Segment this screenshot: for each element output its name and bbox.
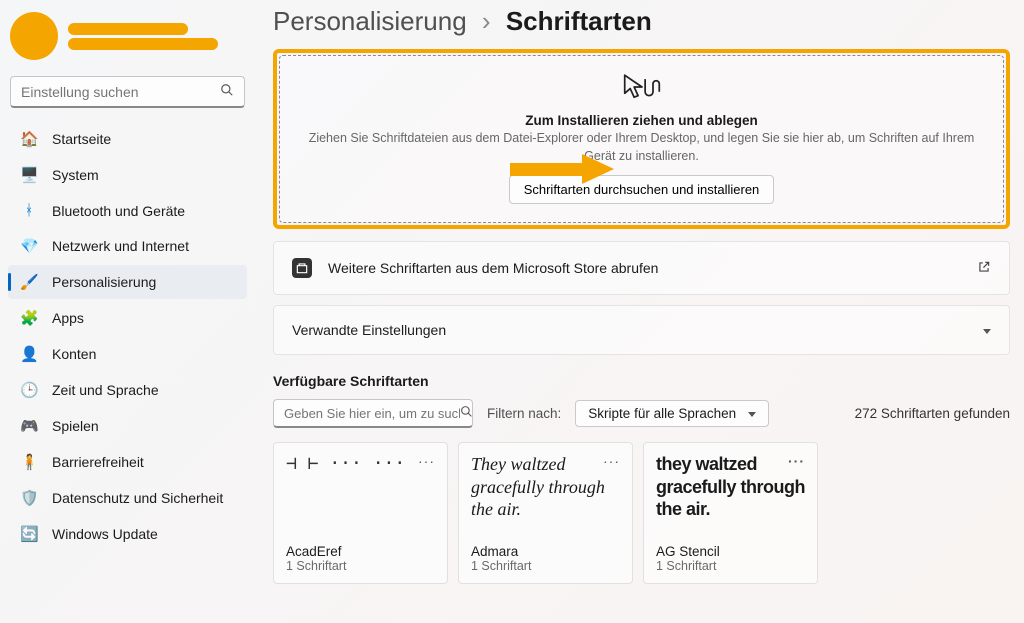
font-preview: ⊣ ⊢ ··· ······ — [286, 453, 435, 538]
font-name: AG Stencil — [656, 544, 805, 559]
nav-icon: ᚼ — [20, 202, 38, 219]
page-title: Schriftarten — [506, 6, 652, 36]
nav-icon: 🧍 — [20, 453, 38, 471]
font-preview: They waltzed gracefully through the air.… — [471, 453, 620, 538]
external-link-icon — [977, 260, 991, 277]
sidebar: 🏠 Startseite 🖥️ System ᚼ Bluetooth und Geräte… — [0, 0, 255, 623]
nav-icon: 🏠 — [20, 130, 38, 148]
nav-label: System — [52, 167, 99, 183]
dropzone-title: Zum Installieren ziehen und ablegen — [300, 113, 983, 128]
sidebar-item-personalisierung[interactable]: 🖌️ Personalisierung — [8, 265, 247, 299]
breadcrumb: Personalisierung › Schriftarten — [273, 6, 1010, 37]
font-preview: they waltzed gracefully through the air.… — [656, 453, 805, 538]
font-dropzone[interactable]: Zum Installieren ziehen und ablegen Zieh… — [279, 55, 1004, 223]
chevron-down-icon — [744, 406, 756, 421]
nav-label: Windows Update — [52, 526, 158, 542]
chevron-down-icon — [979, 322, 991, 338]
filter-value: Skripte für alle Sprachen — [588, 406, 736, 421]
font-name: Admara — [471, 544, 620, 559]
dropzone-desc: Ziehen Sie Schriftdateien aus dem Datei-… — [300, 130, 983, 165]
nav-icon: 🕒 — [20, 381, 38, 399]
breadcrumb-parent[interactable]: Personalisierung — [273, 6, 467, 36]
related-settings-label: Verwandte Einstellungen — [292, 322, 446, 338]
font-meta: 1 Schriftart — [471, 559, 620, 573]
nav-label: Konten — [52, 346, 96, 362]
nav-label: Barrierefreiheit — [52, 454, 144, 470]
sidebar-item-apps[interactable]: 🧩 Apps — [8, 301, 247, 335]
font-card[interactable]: ⊣ ⊢ ··· ······ AcadEref1 Schriftart — [273, 442, 448, 584]
sidebar-item-netzwerk-und-internet[interactable]: 💎 Netzwerk und Internet — [8, 229, 247, 263]
font-name: AcadEref — [286, 544, 435, 559]
search-icon — [460, 405, 473, 421]
more-icon[interactable]: ··· — [788, 453, 805, 471]
settings-search-input[interactable] — [21, 84, 220, 100]
available-fonts-heading: Verfügbare Schriftarten — [273, 373, 1010, 389]
drag-drop-icon — [620, 70, 664, 109]
main-content: Personalisierung › Schriftarten Zum Inst… — [255, 0, 1024, 623]
nav-label: Bluetooth und Geräte — [52, 203, 185, 219]
nav-icon: 🎮 — [20, 417, 38, 435]
filter-label: Filtern nach: — [487, 406, 561, 421]
chevron-right-icon: › — [482, 6, 491, 36]
nav-label: Personalisierung — [52, 274, 156, 290]
more-icon[interactable]: ··· — [418, 453, 435, 471]
nav-icon: 🖌️ — [20, 273, 38, 291]
nav-icon: 👤 — [20, 345, 38, 363]
store-fonts-row[interactable]: Weitere Schriftarten aus dem Microsoft S… — [273, 241, 1010, 295]
font-search[interactable] — [273, 399, 473, 428]
search-icon — [220, 83, 234, 100]
store-icon — [292, 258, 312, 278]
nav-menu: 🏠 Startseite 🖥️ System ᚼ Bluetooth und Geräte… — [6, 122, 249, 551]
sidebar-item-windows-update[interactable]: 🔄 Windows Update — [8, 517, 247, 551]
nav-label: Zeit und Sprache — [52, 382, 159, 398]
nav-icon: 🛡️ — [20, 489, 38, 507]
sidebar-item-konten[interactable]: 👤 Konten — [8, 337, 247, 371]
nav-label: Netzwerk und Internet — [52, 238, 189, 254]
nav-icon: 🖥️ — [20, 166, 38, 184]
sidebar-item-zeit-und-sprache[interactable]: 🕒 Zeit und Sprache — [8, 373, 247, 407]
nav-label: Startseite — [52, 131, 111, 147]
sidebar-item-spielen[interactable]: 🎮 Spielen — [8, 409, 247, 443]
nav-label: Spielen — [52, 418, 99, 434]
nav-label: Datenschutz und Sicherheit — [52, 490, 223, 506]
annotation-arrow-icon — [510, 152, 620, 191]
sidebar-item-startseite[interactable]: 🏠 Startseite — [8, 122, 247, 156]
sidebar-item-system[interactable]: 🖥️ System — [8, 158, 247, 192]
font-filter-row: Filtern nach: Skripte für alle Sprachen … — [273, 399, 1010, 428]
sidebar-item-barrierefreiheit[interactable]: 🧍 Barrierefreiheit — [8, 445, 247, 479]
nav-label: Apps — [52, 310, 84, 326]
sidebar-item-datenschutz-und-sicherheit[interactable]: 🛡️ Datenschutz und Sicherheit — [8, 481, 247, 515]
font-count: 272 Schriftarten gefunden — [855, 406, 1010, 421]
font-search-input[interactable] — [284, 406, 460, 421]
font-meta: 1 Schriftart — [286, 559, 435, 573]
store-fonts-label: Weitere Schriftarten aus dem Microsoft S… — [328, 260, 658, 276]
font-grid: ⊣ ⊢ ··· ······AcadEref1 SchriftartThey w… — [273, 442, 1010, 584]
font-card[interactable]: They waltzed gracefully through the air.… — [458, 442, 633, 584]
font-meta: 1 Schriftart — [656, 559, 805, 573]
settings-search[interactable] — [10, 76, 245, 108]
annotation-highlight: Zum Installieren ziehen und ablegen Zieh… — [273, 49, 1010, 229]
sidebar-item-bluetooth-und-ger-te[interactable]: ᚼ Bluetooth und Geräte — [8, 194, 247, 227]
related-settings-row[interactable]: Verwandte Einstellungen — [273, 305, 1010, 355]
nav-icon: 🧩 — [20, 309, 38, 327]
nav-icon: 💎 — [20, 237, 38, 255]
more-icon[interactable]: ··· — [603, 453, 620, 471]
filter-dropdown[interactable]: Skripte für alle Sprachen — [575, 400, 769, 427]
nav-icon: 🔄 — [20, 525, 38, 543]
user-profile-redacted — [10, 12, 249, 60]
font-card[interactable]: they waltzed gracefully through the air.… — [643, 442, 818, 584]
